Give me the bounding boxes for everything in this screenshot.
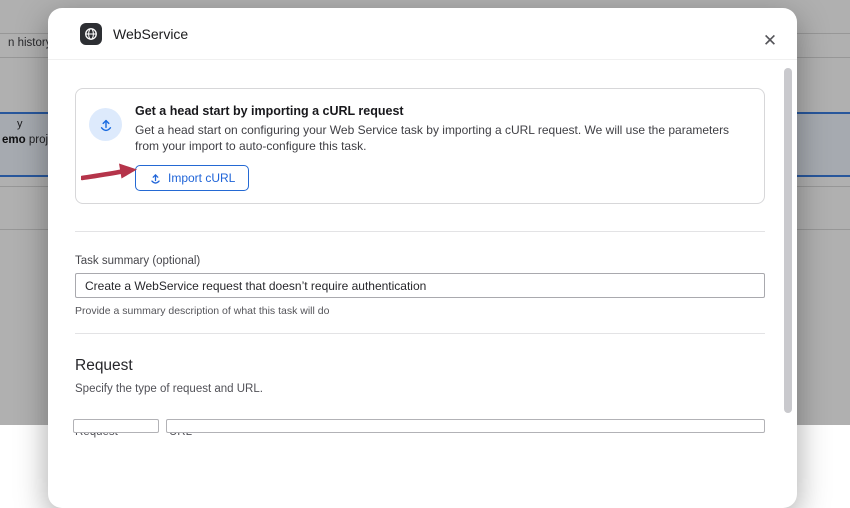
request-section-heading: Request (75, 357, 765, 375)
request-fields-row (73, 419, 765, 433)
upload-circle (89, 108, 122, 141)
task-summary-helper: Provide a summary description of what th… (75, 305, 765, 317)
dialog-header: WebService (48, 8, 797, 60)
webservice-app-tile (80, 23, 102, 45)
request-type-select[interactable] (73, 419, 159, 433)
task-summary-label: Task summary (optional) (75, 255, 765, 267)
upload-icon (98, 117, 114, 133)
import-card-text: Get a head start by importing a cURL req… (135, 102, 748, 191)
red-arrow-annotation (81, 160, 139, 184)
url-input[interactable] (166, 419, 765, 433)
import-curl-card: Get a head start by importing a cURL req… (75, 88, 765, 204)
section-divider (75, 231, 765, 232)
dialog-body: Get a head start by importing a cURL req… (48, 60, 797, 438)
upload-icon (149, 172, 162, 185)
request-section-description: Specify the type of request and URL. (75, 383, 765, 395)
import-curl-button[interactable]: Import cURL (135, 165, 249, 191)
import-card-description: Get a head start on configuring your Web… (135, 123, 748, 154)
modal-scrollbar[interactable] (784, 68, 792, 413)
import-card-heading: Get a head start by importing a cURL req… (135, 102, 748, 118)
webservice-dialog: WebService ✕ Get a head start by importi… (48, 8, 797, 508)
globe-icon (84, 27, 98, 41)
import-curl-button-label: Import cURL (168, 171, 235, 185)
close-icon[interactable]: ✕ (759, 30, 781, 52)
section-divider (75, 333, 765, 334)
dialog-title: WebService (113, 26, 188, 42)
task-summary-input[interactable] (75, 273, 765, 298)
